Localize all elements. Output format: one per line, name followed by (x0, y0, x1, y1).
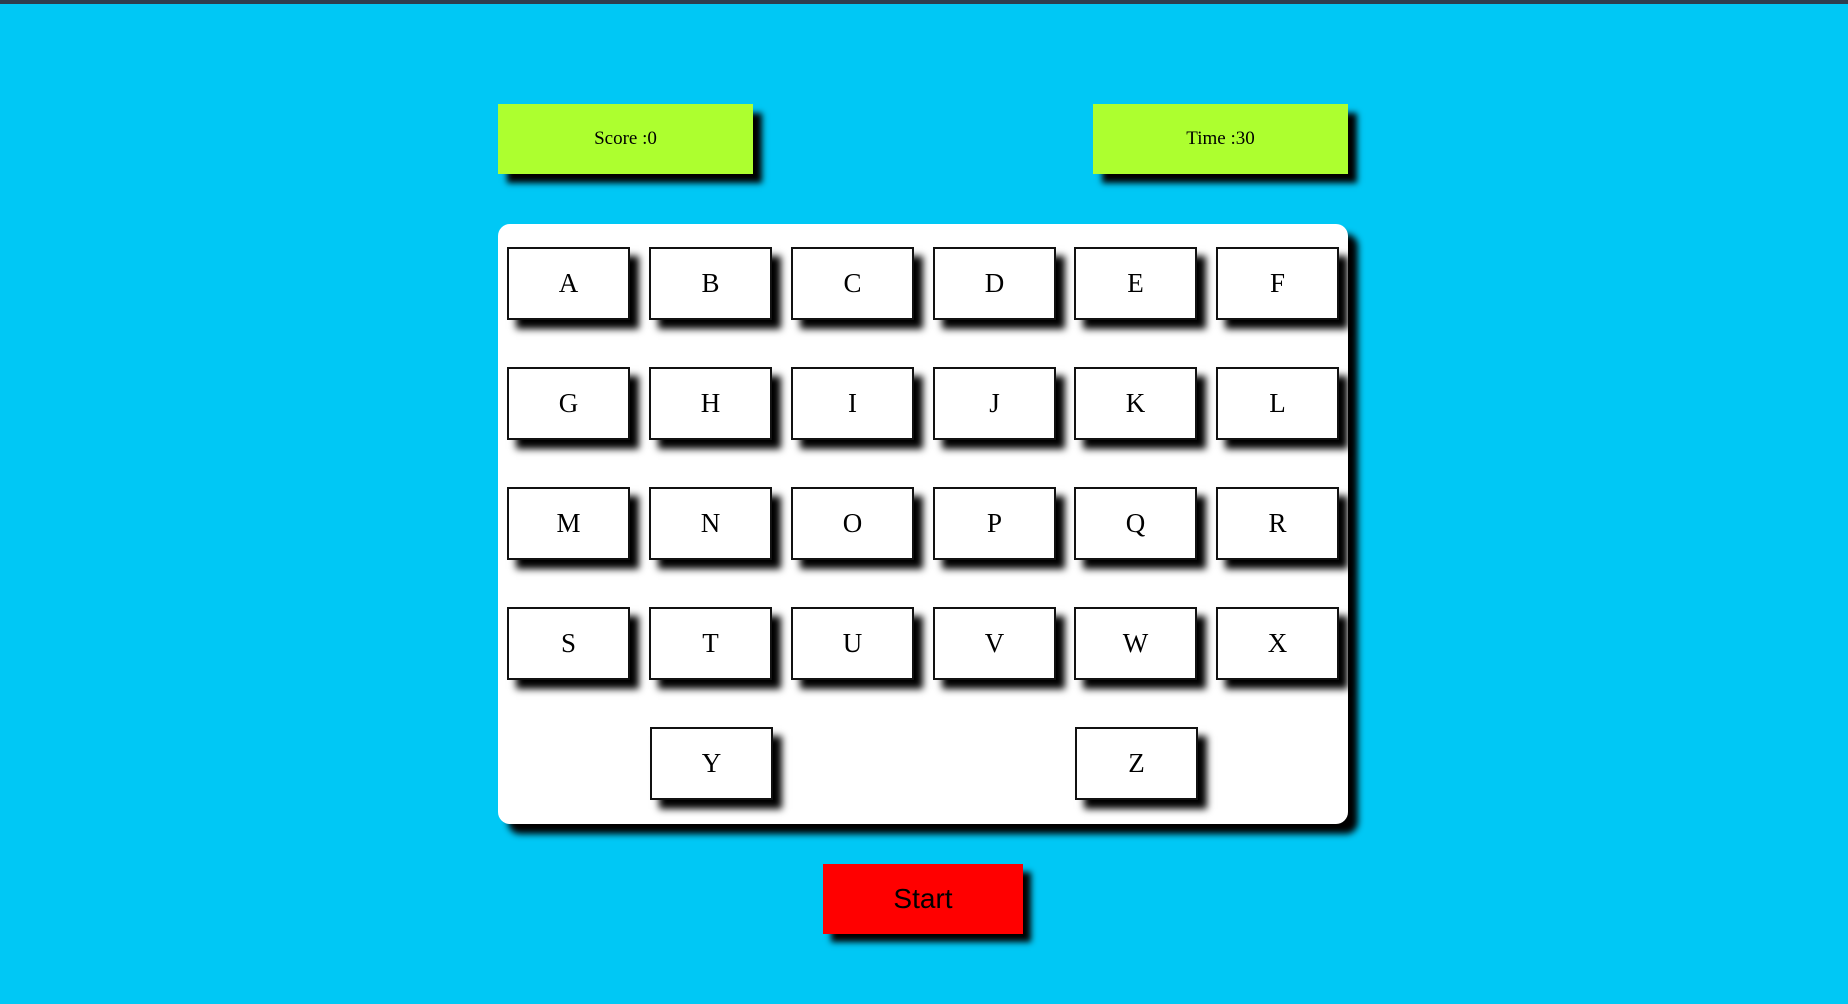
key-i[interactable]: I (791, 367, 914, 440)
letter-board: A B C D E F G H I J K L M N O P Q R S T … (498, 224, 1348, 824)
key-d[interactable]: D (933, 247, 1056, 320)
key-k[interactable]: K (1074, 367, 1197, 440)
key-b[interactable]: B (649, 247, 772, 320)
key-x[interactable]: X (1216, 607, 1339, 680)
key-z[interactable]: Z (1075, 727, 1198, 800)
key-r[interactable]: R (1216, 487, 1339, 560)
key-m[interactable]: M (507, 487, 630, 560)
key-f[interactable]: F (1216, 247, 1339, 320)
time-display: Time :30 (1093, 104, 1348, 174)
key-u[interactable]: U (791, 607, 914, 680)
key-w[interactable]: W (1074, 607, 1197, 680)
key-j[interactable]: J (933, 367, 1056, 440)
key-a[interactable]: A (507, 247, 630, 320)
key-l[interactable]: L (1216, 367, 1339, 440)
key-c[interactable]: C (791, 247, 914, 320)
top-border (0, 0, 1848, 4)
key-h[interactable]: H (649, 367, 772, 440)
key-n[interactable]: N (649, 487, 772, 560)
key-q[interactable]: Q (1074, 487, 1197, 560)
start-button[interactable]: Start (823, 864, 1023, 934)
key-t[interactable]: T (649, 607, 772, 680)
key-e[interactable]: E (1074, 247, 1197, 320)
score-display: Score :0 (498, 104, 753, 174)
key-g[interactable]: G (507, 367, 630, 440)
key-y[interactable]: Y (650, 727, 773, 800)
key-s[interactable]: S (507, 607, 630, 680)
key-v[interactable]: V (933, 607, 1056, 680)
key-o[interactable]: O (791, 487, 914, 560)
key-p[interactable]: P (933, 487, 1056, 560)
